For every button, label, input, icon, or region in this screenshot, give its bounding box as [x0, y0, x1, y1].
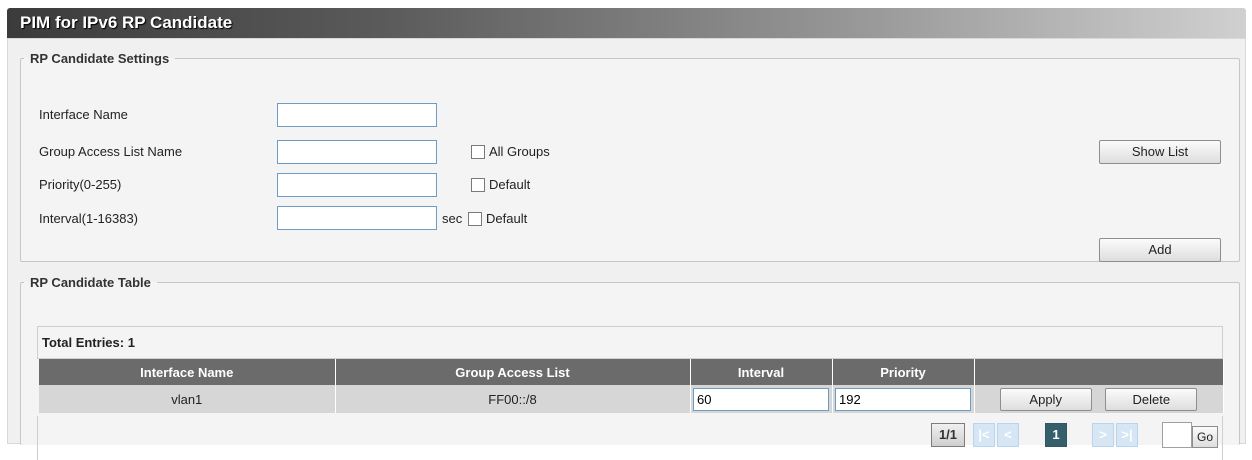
interval-unit: sec — [442, 211, 463, 226]
interval-input[interactable] — [277, 206, 437, 230]
interval-default-checkbox[interactable] — [468, 211, 482, 226]
current-page[interactable]: 1 — [1045, 423, 1067, 447]
next-page-button[interactable]: > — [1092, 423, 1114, 447]
priority-default-label: Default — [489, 177, 531, 192]
row-priority-input[interactable] — [835, 387, 971, 411]
rp-candidate-table-section: RP Candidate Table Total Entries: 1 Inte… — [20, 275, 1240, 460]
total-entries-bar: Total Entries: 1 — [37, 326, 1223, 359]
column-header-priority: Priority — [832, 359, 975, 385]
priority-default-option[interactable]: Default — [471, 177, 530, 192]
delete-button[interactable]: Delete — [1105, 387, 1198, 411]
rp-candidate-table-legend: RP Candidate Table — [30, 275, 151, 290]
cell-interval — [690, 385, 833, 413]
page-count: 1/1 — [931, 423, 965, 447]
rp-candidate-settings-section: RP Candidate Settings Interface Name Gro… — [20, 51, 1240, 262]
column-header-interface-name: Interface Name — [39, 359, 336, 385]
all-groups-checkbox[interactable] — [471, 144, 485, 159]
pagination: 1/1 |< < 1 > >| Go — [37, 416, 1223, 460]
content-panel: RP Candidate Settings Interface Name Gro… — [7, 38, 1246, 460]
interval-label: Interval(1-16383) — [39, 211, 138, 226]
interface-name-input[interactable] — [277, 103, 437, 127]
all-groups-option[interactable]: All Groups — [471, 144, 550, 159]
cell-interface-name: vlan1 — [39, 385, 336, 413]
apply-button[interactable]: Apply — [999, 387, 1092, 411]
first-page-button[interactable]: |< — [973, 423, 995, 447]
table-row: vlan1 FF00::/8 Apply Delete — [39, 385, 1224, 413]
table-header-row: Interface Name Group Access List Interva… — [39, 359, 1224, 385]
interval-default-label: Default — [486, 211, 528, 226]
column-header-actions — [974, 359, 1224, 385]
priority-label: Priority(0-255) — [39, 177, 122, 192]
go-button[interactable]: Go — [1192, 426, 1218, 448]
page-title-bar: PIM for IPv6 RP Candidate — [7, 8, 1246, 38]
rp-candidate-settings-legend: RP Candidate Settings — [30, 51, 170, 66]
all-groups-label: All Groups — [489, 144, 550, 159]
group-access-list-input[interactable] — [277, 140, 437, 164]
show-list-button[interactable]: Show List — [1099, 140, 1221, 164]
rp-candidate-table: Interface Name Group Access List Interva… — [39, 359, 1224, 413]
cell-actions: Apply Delete — [974, 385, 1224, 413]
priority-input[interactable] — [277, 173, 437, 197]
total-entries: Total Entries: 1 — [42, 335, 135, 350]
interval-default-option[interactable]: Default — [468, 211, 527, 226]
page-title: PIM for IPv6 RP Candidate — [20, 13, 233, 32]
last-page-button[interactable]: >| — [1116, 423, 1138, 447]
column-header-interval: Interval — [690, 359, 833, 385]
goto-page-input[interactable] — [1162, 422, 1192, 448]
row-interval-input[interactable] — [693, 387, 829, 411]
cell-priority — [832, 385, 975, 413]
cell-group-access-list: FF00::/8 — [335, 385, 691, 413]
add-button[interactable]: Add — [1099, 238, 1221, 262]
column-header-group-access-list: Group Access List — [335, 359, 691, 385]
priority-default-checkbox[interactable] — [471, 177, 485, 192]
prev-page-button[interactable]: < — [997, 423, 1019, 447]
interface-name-label: Interface Name — [39, 107, 128, 122]
group-access-list-label: Group Access List Name — [39, 144, 183, 159]
